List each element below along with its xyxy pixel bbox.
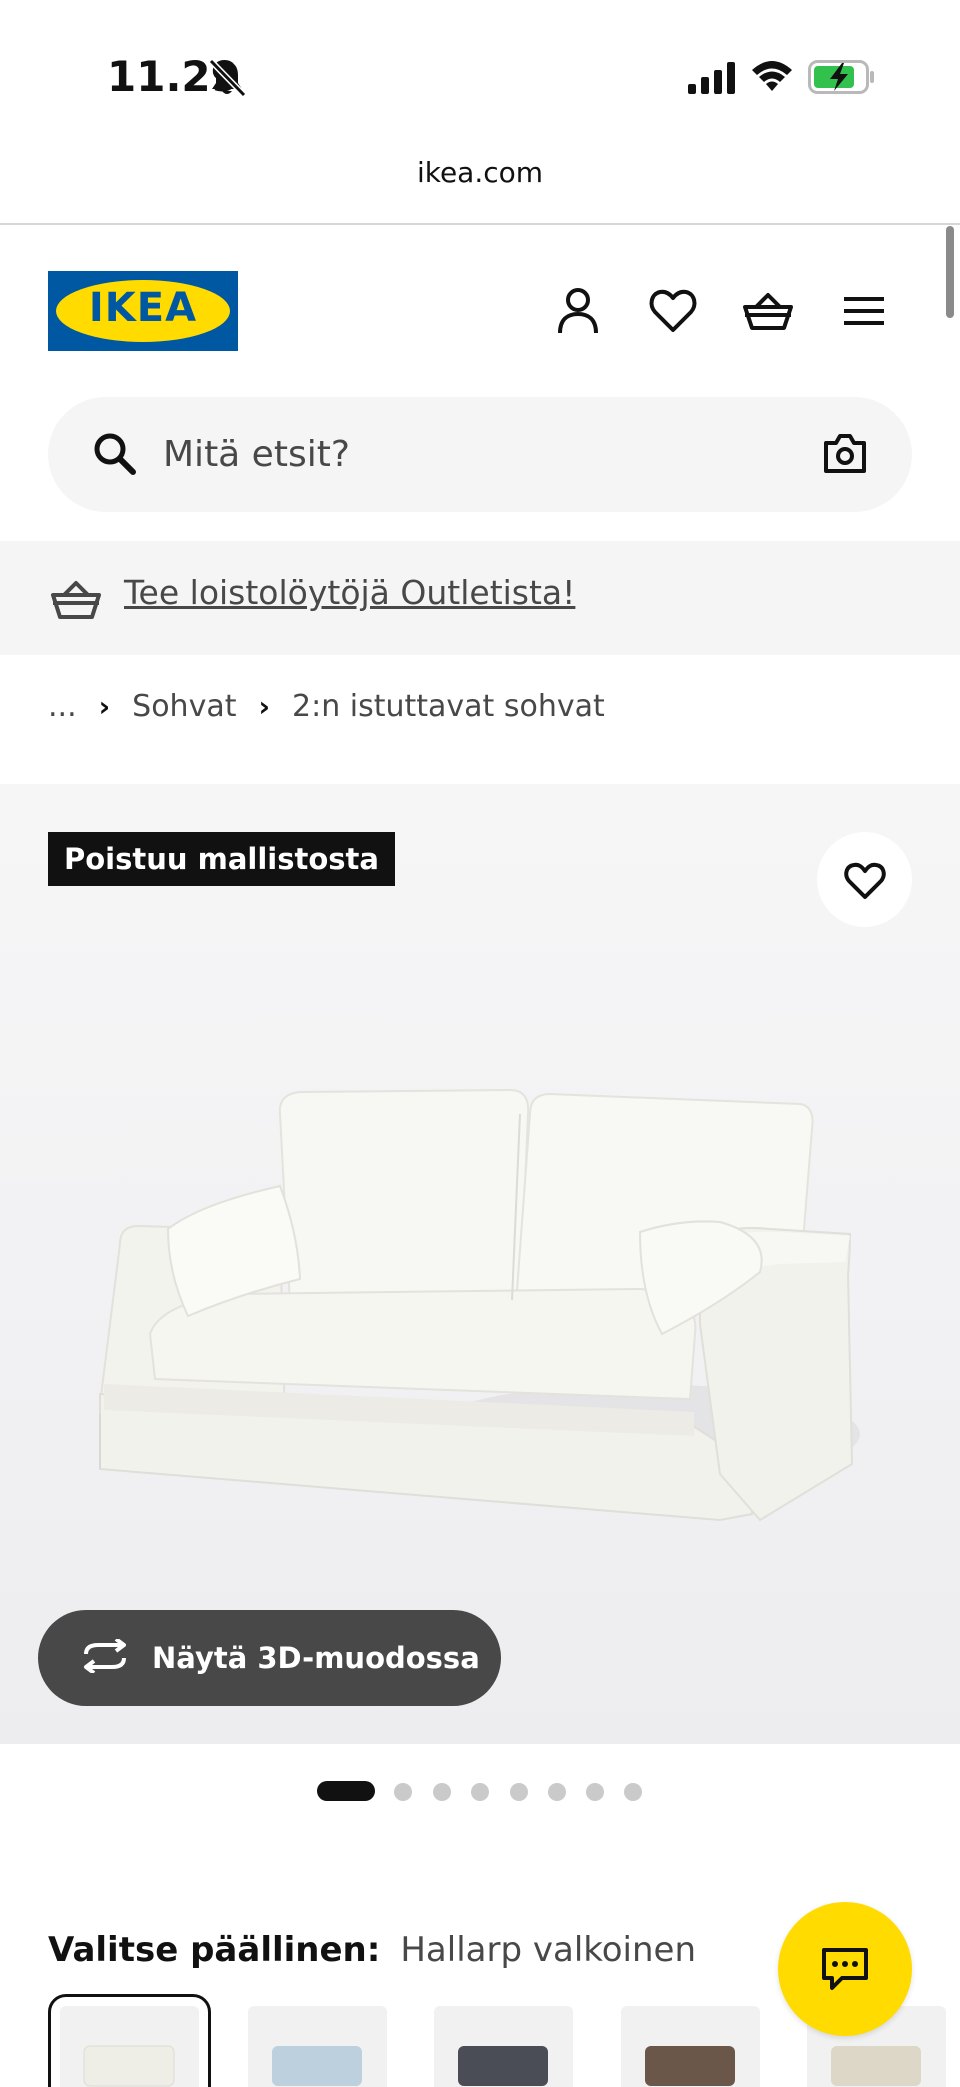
view-in-3d-button[interactable]: Näytä 3D-muodossa (38, 1610, 501, 1706)
wifi-icon (750, 58, 794, 98)
carousel-dot[interactable] (471, 1783, 489, 1801)
status-badge: Poistuu mallistosta (48, 832, 395, 886)
cover-swatch[interactable] (48, 1994, 211, 2087)
cover-swatch[interactable] (434, 2006, 573, 2087)
menu-icon[interactable] (838, 285, 890, 337)
swatch-sofa-image (458, 2046, 548, 2086)
carousel-dot[interactable] (433, 1783, 451, 1801)
view-in-3d-label: Näytä 3D-muodossa (152, 1641, 480, 1675)
search-input[interactable] (163, 423, 763, 485)
breadcrumb-ellipsis[interactable]: ... (48, 689, 77, 724)
camera-icon[interactable] (822, 431, 868, 479)
swatch-sofa-image (272, 2046, 362, 2086)
carousel-dot[interactable] (394, 1783, 412, 1801)
cart-icon[interactable] (742, 285, 794, 337)
chat-icon (822, 1948, 868, 1990)
bell-muted-icon (208, 58, 247, 102)
breadcrumb-item-2-seat-sofas[interactable]: 2:n istuttavat sohvat (292, 689, 605, 724)
heart-icon (843, 862, 886, 899)
ikea-logo[interactable]: IKEA (48, 271, 238, 351)
address-bar-url[interactable]: ikea.com (0, 156, 960, 189)
account-icon[interactable] (552, 285, 604, 337)
swatch-sofa-image (83, 2045, 175, 2087)
outlet-banner[interactable]: Tee loistolöytöjä Outletista! (0, 541, 960, 655)
chat-button[interactable] (778, 1902, 912, 2036)
carousel-dot[interactable] (548, 1783, 566, 1801)
cover-swatch[interactable] (248, 2006, 387, 2087)
product-image-carousel[interactable]: Poistuu mallistosta Näytä 3D-muodossa (0, 784, 960, 1744)
cover-swatch[interactable] (621, 2006, 760, 2087)
add-to-wishlist-button[interactable] (817, 832, 912, 927)
carousel-pagination (0, 1781, 960, 1803)
chevron-right-icon: › (258, 689, 271, 723)
outlet-link[interactable]: Tee loistolöytöjä Outletista! (124, 573, 575, 612)
cover-selector-header: Valitse päällinen: Hallarp valkoinen (48, 1930, 696, 1974)
cellular-signal-icon (688, 62, 736, 98)
divider (0, 223, 960, 225)
heart-icon[interactable] (647, 285, 699, 337)
rotate-3d-icon (80, 1637, 130, 1677)
carousel-dot[interactable] (586, 1783, 604, 1801)
carousel-dot[interactable] (317, 1781, 375, 1801)
carousel-dot[interactable] (510, 1783, 528, 1801)
search-icon (92, 431, 138, 481)
chevron-right-icon: › (98, 689, 111, 723)
carousel-dot[interactable] (624, 1783, 642, 1801)
swatch-sofa-image (831, 2046, 921, 2086)
swatch-sofa-image (645, 2046, 735, 2086)
battery-charging-icon (808, 60, 876, 98)
cover-value: Hallarp valkoinen (400, 1930, 696, 1970)
logo-text: IKEA (88, 285, 198, 331)
breadcrumb: ... › Sohvat › 2:n istuttavat sohvat (48, 686, 605, 726)
cover-label: Valitse päällinen: (48, 1930, 381, 1970)
search-bar[interactable] (48, 397, 912, 512)
scrollbar[interactable] (946, 226, 954, 318)
breadcrumb-item-sofas[interactable]: Sohvat (132, 689, 236, 724)
product-image-sofa (98, 1088, 860, 1522)
basket-icon (50, 575, 102, 627)
status-bar: 11.29 ikea.com (0, 0, 960, 189)
